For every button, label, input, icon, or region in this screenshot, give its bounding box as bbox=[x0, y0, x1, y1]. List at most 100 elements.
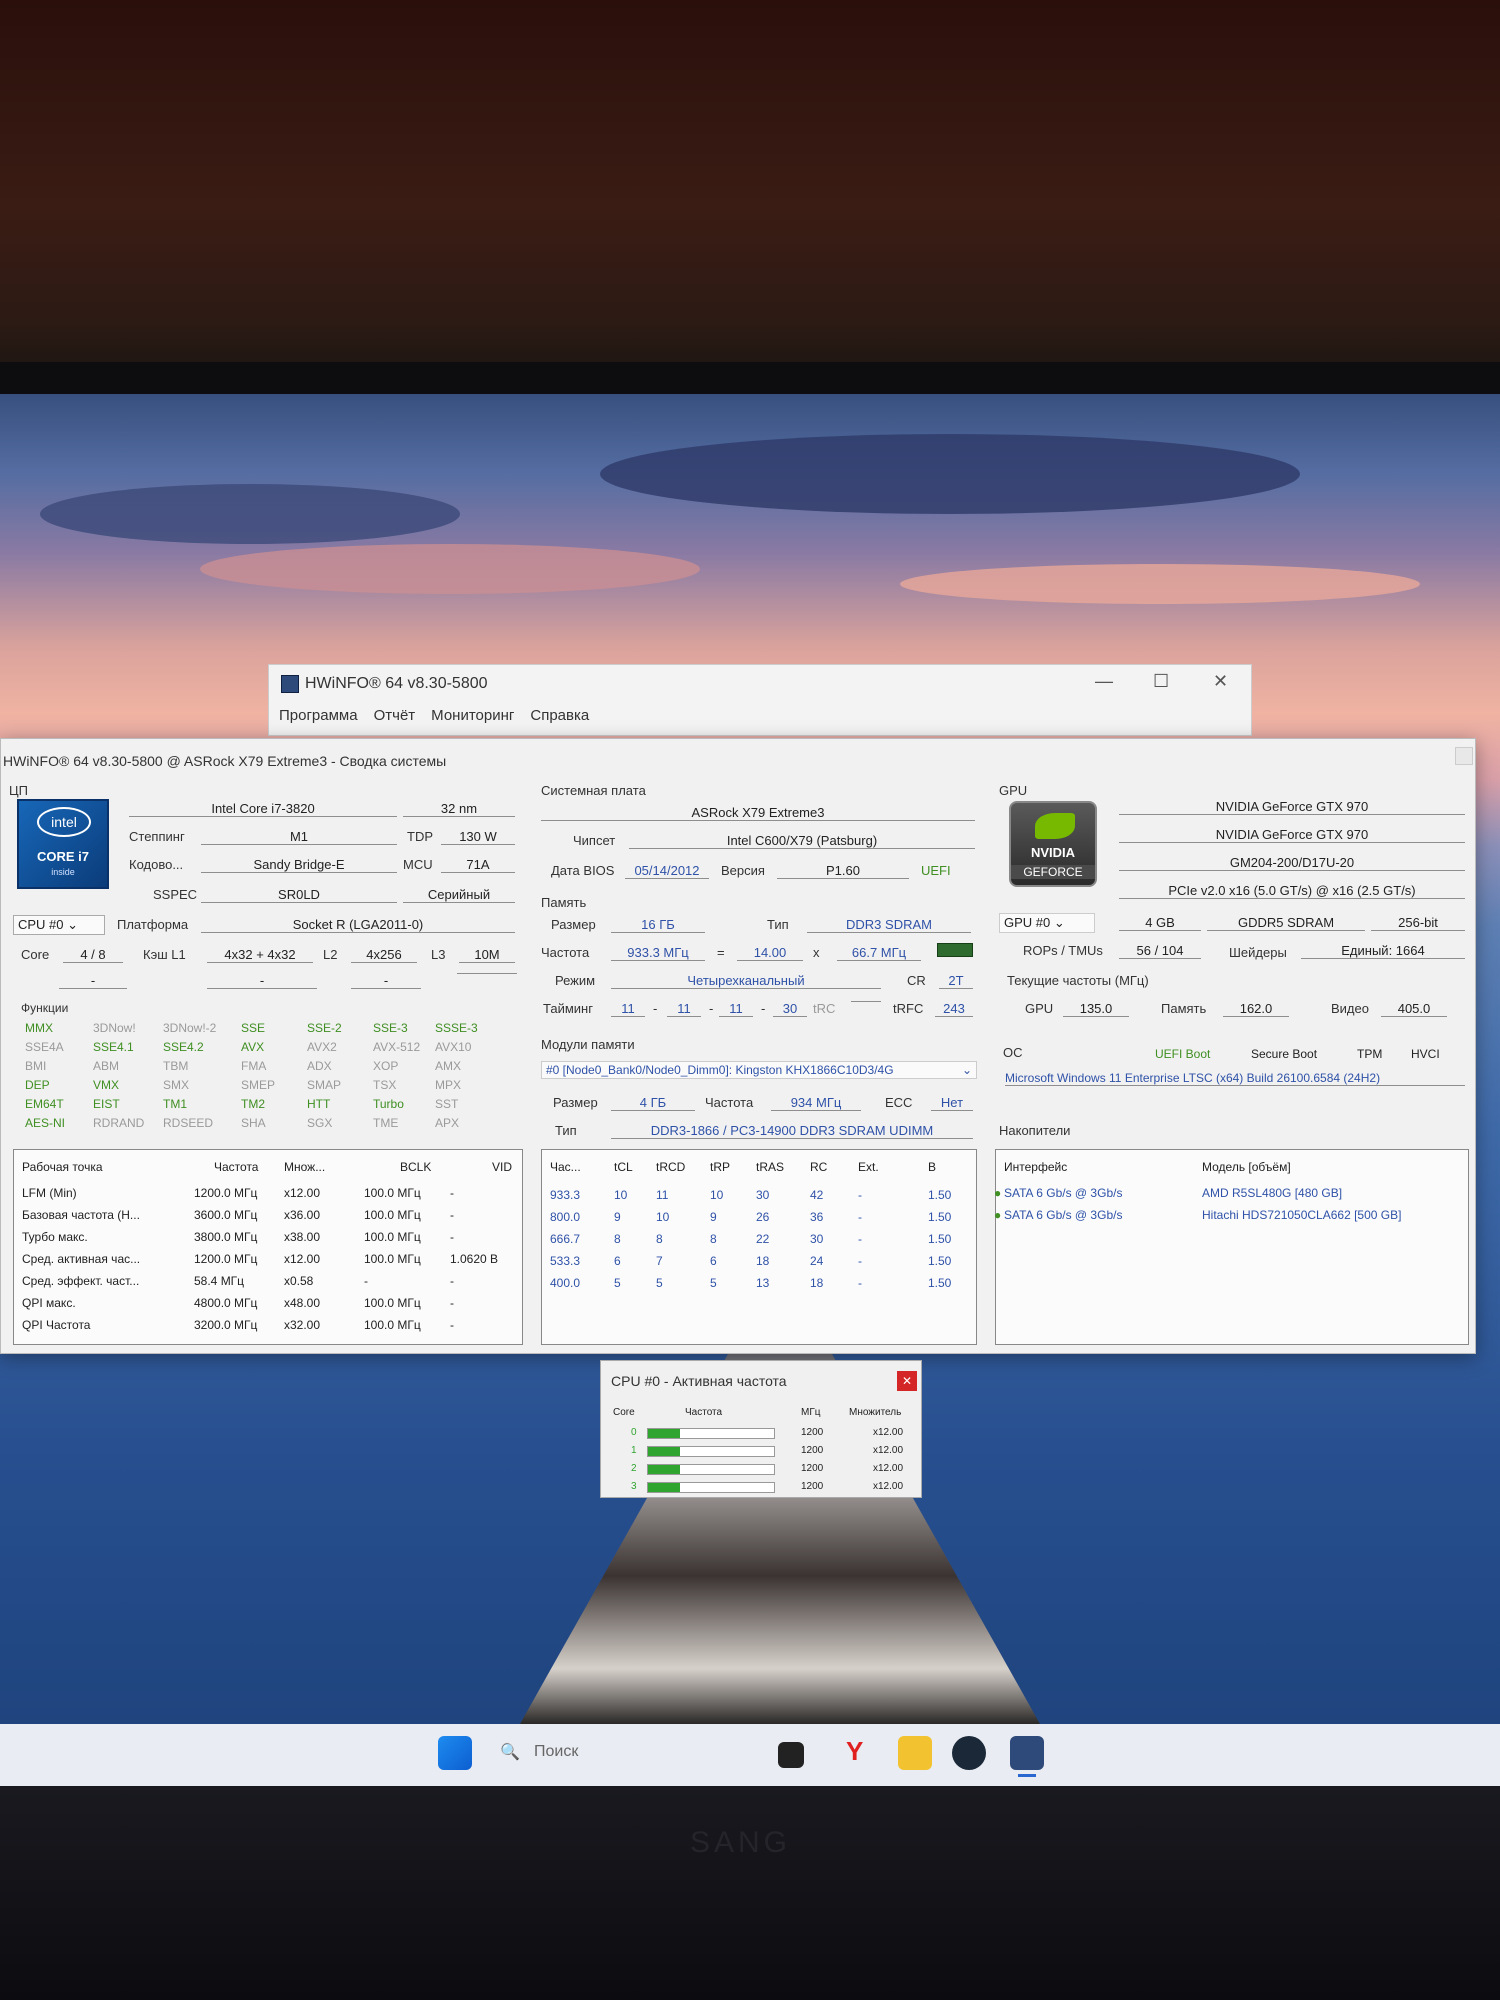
cpu-feature-flag: Turbo bbox=[373, 1097, 404, 1111]
af-mult: x12.00 bbox=[873, 1427, 904, 1438]
hwinfo-taskbar-icon[interactable] bbox=[1010, 1736, 1044, 1770]
timing-cell: 8 bbox=[656, 1232, 663, 1246]
cpu-selector[interactable]: CPU #0 ⌄ bbox=[13, 915, 105, 935]
maximize-button[interactable]: ☐ bbox=[1153, 671, 1169, 692]
memory-module-selector[interactable]: #0 [Node0_Bank0/Node0_Dimm0]: Kingston K… bbox=[541, 1061, 977, 1079]
core-count: 4 / 8 bbox=[63, 947, 123, 963]
bios-date-label: Дата BIOS bbox=[551, 863, 615, 878]
empty-field: - bbox=[351, 973, 421, 989]
cpu-feature-flag: SMAP bbox=[307, 1078, 342, 1092]
system-summary-window[interactable]: HWiNFO® 64 v8.30-5800 @ ASRock X79 Extre… bbox=[0, 738, 1476, 1354]
task-view-icon[interactable] bbox=[778, 1742, 804, 1768]
cpu-feature-flag: VMX bbox=[93, 1078, 120, 1092]
op-cell: 3200.0 МГц bbox=[194, 1318, 258, 1332]
trfc-label: tRFC bbox=[893, 1001, 924, 1016]
timing-cell: 1.50 bbox=[928, 1254, 952, 1268]
af-header-core: Core bbox=[613, 1407, 635, 1418]
cr-label: CR bbox=[907, 973, 926, 988]
op-header-freq: Частота bbox=[214, 1160, 259, 1174]
hwinfo-main-window[interactable]: HWiNFO® 64 v8.30-5800 — ☐ ✕ Программа От… bbox=[268, 664, 1252, 736]
timing-cl: 11 bbox=[611, 1001, 645, 1017]
cpu-feature-flag: AVX10 bbox=[435, 1040, 472, 1054]
gpu-selector[interactable]: GPU #0 ⌄ bbox=[999, 913, 1095, 933]
file-explorer-icon[interactable] bbox=[898, 1736, 932, 1770]
op-cell: - bbox=[450, 1186, 454, 1200]
motherboard-name: ASRock X79 Extreme3 bbox=[541, 805, 975, 821]
op-cell: 1200.0 МГц bbox=[194, 1252, 258, 1266]
taskbar-search-input[interactable]: Поиск bbox=[534, 1743, 578, 1761]
chipset-value: Intel C600/X79 (Patsburg) bbox=[629, 833, 975, 849]
timing-cell: 8 bbox=[614, 1232, 621, 1246]
cpu-feature-flag: TM1 bbox=[163, 1097, 187, 1111]
cpu-feature-flag: AMX bbox=[435, 1059, 462, 1073]
ecc-value: Нет bbox=[931, 1095, 973, 1111]
af-freq-bar bbox=[647, 1464, 775, 1475]
timing-cell: 933.3 bbox=[550, 1188, 581, 1202]
timing-header: tRP bbox=[710, 1160, 731, 1174]
af-header-freq: Частота bbox=[685, 1407, 723, 1418]
sspec-value: SR0LD bbox=[201, 887, 397, 903]
menu-program[interactable]: Программа bbox=[279, 707, 358, 724]
sspec-label: SSPEC bbox=[153, 887, 198, 902]
timing-cell: 5 bbox=[656, 1276, 663, 1290]
active-frequency-window[interactable]: CPU #0 - Активная частота ✕ Core Частота… bbox=[600, 1360, 922, 1498]
module-type-value: DDR3-1866 / PC3-14900 DDR3 SDRAM UDIMM bbox=[611, 1123, 973, 1139]
cpu-feature-flag: SSE bbox=[241, 1021, 266, 1035]
cpu-feature-flag: SST bbox=[435, 1097, 459, 1111]
close-icon[interactable]: ✕ bbox=[897, 1371, 917, 1391]
intel-logo-line: CORE i7 bbox=[36, 849, 89, 864]
chevron-down-icon: ⌄ bbox=[1053, 915, 1065, 930]
menu-monitoring[interactable]: Мониторинг bbox=[431, 707, 514, 724]
op-cell: - bbox=[364, 1274, 368, 1288]
rops-label: ROPs / TMUs bbox=[1023, 943, 1103, 958]
timing-cell: - bbox=[858, 1232, 862, 1246]
room-background bbox=[0, 0, 1500, 380]
codename-value: Sandy Bridge-E bbox=[201, 857, 397, 873]
af-header-mhz: МГц bbox=[801, 1407, 821, 1418]
minimize-button[interactable]: — bbox=[1095, 671, 1113, 692]
timing-cell: 5 bbox=[710, 1276, 717, 1290]
timing-cell: 400.0 bbox=[550, 1276, 581, 1290]
cpu-feature-flag: ADX bbox=[307, 1059, 332, 1073]
module-size-label: Размер bbox=[553, 1095, 598, 1110]
shaders-label: Шейдеры bbox=[1229, 945, 1287, 960]
timing-header: Ext. bbox=[858, 1160, 879, 1174]
storage-model: Hitachi HDS721050CLA662 [500 GB] bbox=[1202, 1208, 1402, 1222]
menu-report[interactable]: Отчёт bbox=[374, 707, 416, 724]
menu-help[interactable]: Справка bbox=[530, 707, 589, 724]
trfc-value: 243 bbox=[935, 1001, 973, 1017]
af-freq-fill bbox=[648, 1483, 680, 1492]
steam-icon[interactable] bbox=[952, 1736, 986, 1770]
timing-cell: 18 bbox=[810, 1276, 824, 1290]
af-freq-fill bbox=[648, 1465, 680, 1474]
storage-interface: SATA 6 Gb/s @ 3Gb/s bbox=[1004, 1186, 1123, 1200]
features-label: Функции bbox=[21, 1001, 69, 1015]
gpu-vram-type: GDDR5 SDRAM bbox=[1207, 915, 1365, 931]
summary-close-button[interactable] bbox=[1455, 747, 1473, 765]
bios-version-label: Версия bbox=[721, 863, 765, 878]
cpu-feature-flag: SSE4A bbox=[25, 1040, 64, 1054]
op-cell: - bbox=[450, 1230, 454, 1244]
search-icon[interactable]: 🔍 bbox=[500, 1742, 520, 1762]
platform-value: Socket R (LGA2011-0) bbox=[201, 917, 515, 933]
memory-timings-table: Час... tCL tRCD tRP tRAS RC Ext. В 933.3 10 11 10 3… bbox=[541, 1149, 977, 1345]
l1-value: 4x32 + 4x32 bbox=[207, 947, 313, 963]
close-button[interactable]: ✕ bbox=[1213, 671, 1228, 692]
timing-cell: 533.3 bbox=[550, 1254, 581, 1268]
chevron-down-icon: ⌄ bbox=[961, 1063, 972, 1077]
cpu-feature-flag: SHA bbox=[241, 1116, 266, 1130]
cpu-selector-value: CPU #0 bbox=[18, 917, 64, 932]
af-mhz: 1200 bbox=[801, 1463, 824, 1474]
cpu-feature-flag: SMEP bbox=[241, 1078, 276, 1092]
timing-cell: 36 bbox=[810, 1210, 824, 1224]
windows-start-icon[interactable] bbox=[438, 1736, 472, 1770]
ecc-label: ECC bbox=[885, 1095, 913, 1110]
timing-cell: 11 bbox=[656, 1188, 669, 1202]
cpu-feature-flag: EM64T bbox=[25, 1097, 64, 1111]
yandex-browser-icon[interactable]: Y bbox=[846, 1736, 863, 1767]
cpu-feature-flag: SSSE-3 bbox=[435, 1021, 478, 1035]
ram-module-icon bbox=[937, 943, 973, 957]
storage-interface: SATA 6 Gb/s @ 3Gb/s bbox=[1004, 1208, 1123, 1222]
module-freq-label: Частота bbox=[705, 1095, 754, 1110]
cpu-feature-flag: SSE4.2 bbox=[163, 1040, 204, 1054]
